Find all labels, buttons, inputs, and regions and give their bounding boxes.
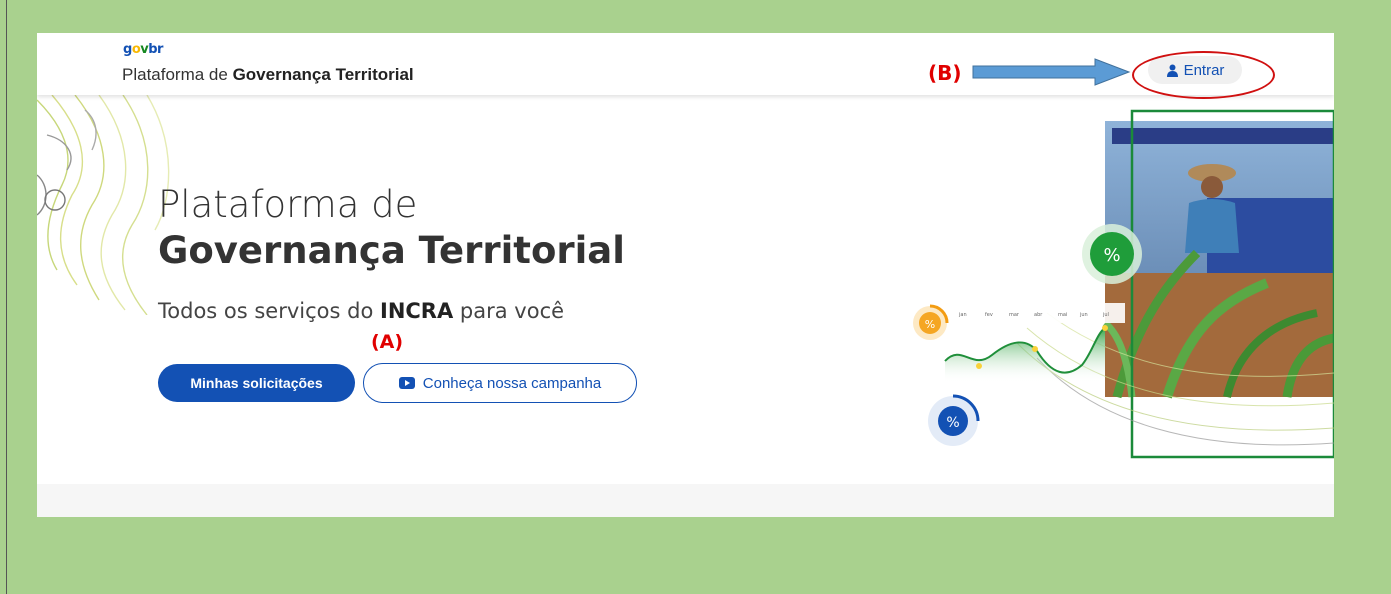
svg-text:%: %: [1103, 245, 1120, 266]
area-chart: [945, 328, 1105, 383]
percent-badge-orange: %: [913, 304, 949, 340]
svg-text:%: %: [946, 415, 959, 431]
annotation-b-label: (B): [928, 61, 962, 85]
section-divider: [37, 484, 1334, 517]
hero-title-line2: Governança Territorial: [158, 229, 625, 272]
video-icon: [398, 377, 415, 389]
govbr-logo[interactable]: govbr: [123, 42, 163, 57]
platform-title[interactable]: Plataforma de Governança Territorial: [122, 65, 414, 85]
month-label: mar: [1009, 312, 1020, 318]
campaign-video-button[interactable]: Conheça nossa campanha: [363, 363, 637, 403]
month-label: mai: [1058, 312, 1067, 318]
hero-title-line1: Plataforma de: [158, 183, 418, 226]
annotation-b-ellipse: [1132, 51, 1275, 99]
site-header: govbr Plataforma de Governança Territori…: [37, 33, 1334, 99]
arrow-right-icon: [972, 58, 1131, 86]
annotation-a-label: (A): [371, 331, 404, 353]
month-label: jul: [1102, 312, 1109, 318]
month-label: abr: [1034, 312, 1043, 318]
browser-screenshot: govbr Plataforma de Governança Territori…: [37, 33, 1334, 517]
svg-text:%: %: [925, 318, 935, 331]
month-label: jun: [1079, 312, 1088, 318]
campaign-video-label: Conheça nossa campanha: [422, 374, 602, 392]
month-label: jan: [958, 312, 967, 318]
hero-illustration: jan fev mar abr mai jun jul % % %: [913, 109, 1334, 459]
percent-badge-blue: %: [928, 394, 980, 446]
hero-subtitle: Todos os serviços do INCRA para você: [158, 299, 565, 323]
percent-badge-green: %: [1082, 224, 1142, 284]
month-label: fev: [985, 312, 993, 318]
my-requests-button[interactable]: Minhas solicitações: [158, 364, 355, 402]
left-border-line: [6, 0, 7, 594]
